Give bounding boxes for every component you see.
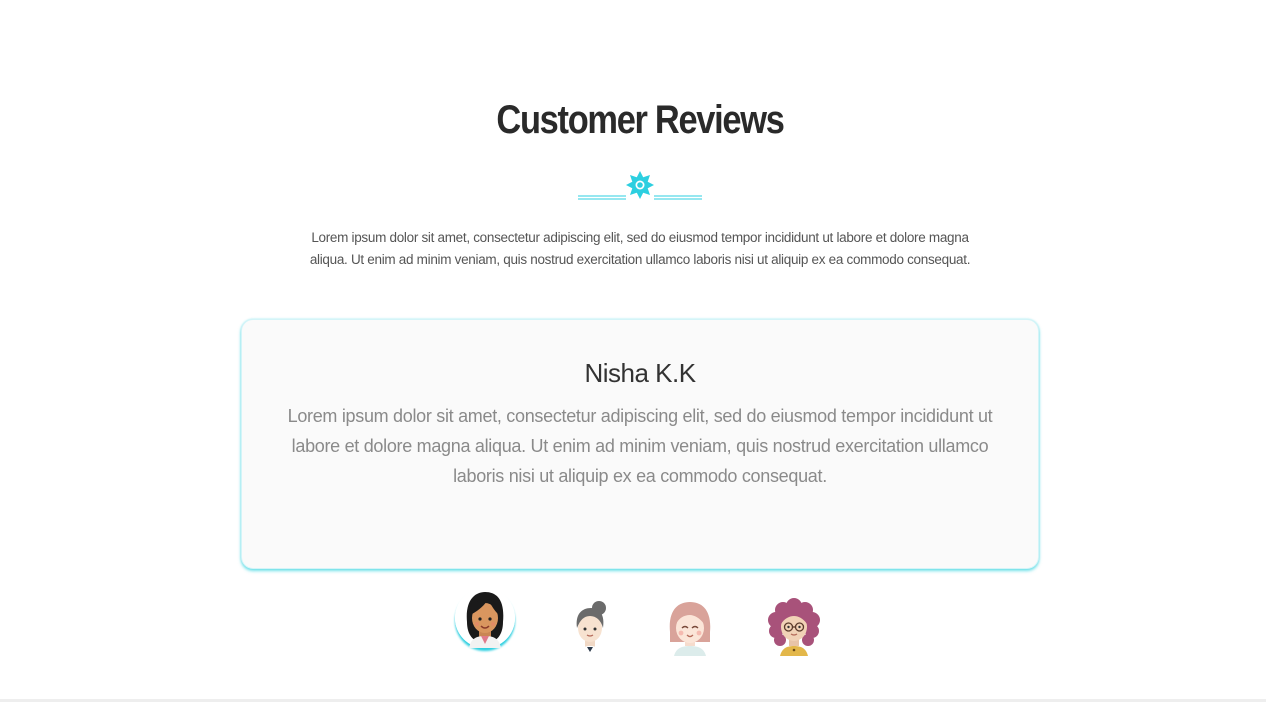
- review-text: Lorem ipsum dolor sit amet, consectetur …: [287, 406, 993, 486]
- woman-gray-bun-avatar-icon: [576, 601, 606, 656]
- sparkle-icon: [626, 171, 654, 199]
- woman-dark-hair-avatar-icon: [455, 588, 515, 648]
- avatar-reviewer-1[interactable]: [455, 588, 515, 648]
- avatar-reviewer-3[interactable]: [660, 596, 720, 656]
- title-divider: [578, 171, 702, 200]
- section-title: Customer Reviews: [496, 98, 784, 142]
- avatar-reviewer-2[interactable]: [560, 596, 620, 656]
- woman-curly-purple-hair-glasses-avatar-icon: [768, 598, 820, 656]
- girl-pink-hair-avatar-icon: [669, 602, 711, 656]
- review-card: Nisha K.K Lorem ipsum dolor sit amet, co…: [241, 319, 1039, 569]
- reviewer-name: Nisha K.K: [584, 358, 696, 388]
- section-intro: Lorem ipsum dolor sit amet, consectetur …: [309, 230, 971, 267]
- avatar-reviewer-4[interactable]: [764, 596, 824, 656]
